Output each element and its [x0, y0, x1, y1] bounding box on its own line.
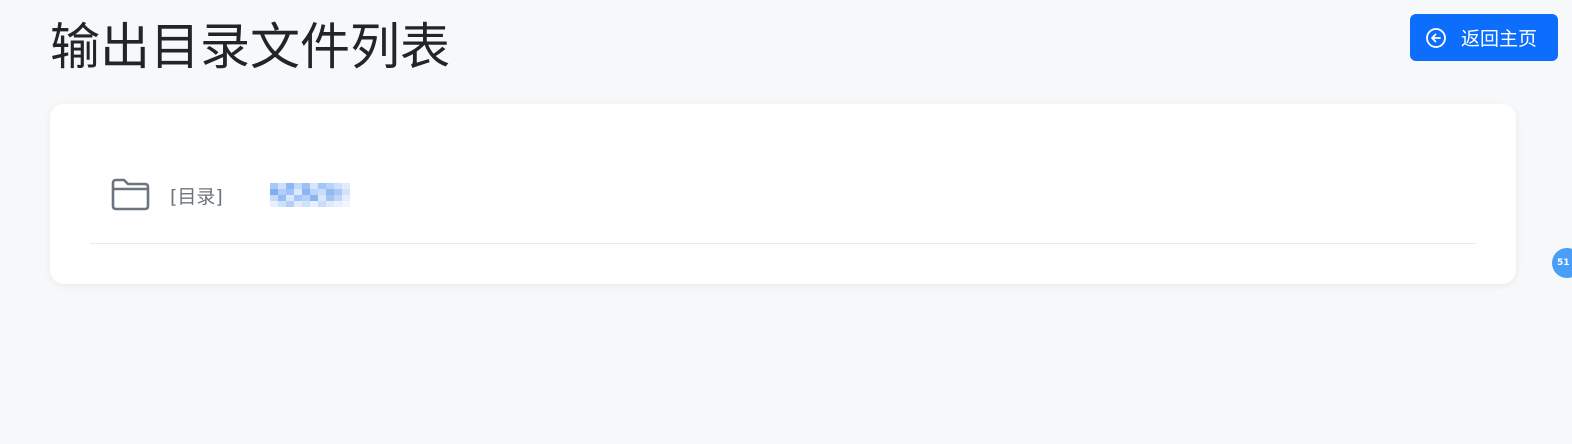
arrow-left-circle-icon	[1425, 27, 1447, 49]
folder-icon	[110, 176, 150, 212]
side-badge[interactable]: 51	[1552, 248, 1572, 278]
file-name-link[interactable]	[270, 183, 350, 207]
home-button[interactable]: 返回主页	[1410, 14, 1558, 61]
home-button-label: 返回主页	[1461, 28, 1538, 50]
page-title: 输出目录文件列表	[50, 18, 450, 76]
item-type-label: [目录]	[170, 186, 223, 208]
file-list-card: [目录]	[50, 104, 1516, 284]
list-item: [目录]	[90, 164, 1476, 244]
page: 输出目录文件列表 返回主页 [目录] 51	[0, 0, 1572, 444]
